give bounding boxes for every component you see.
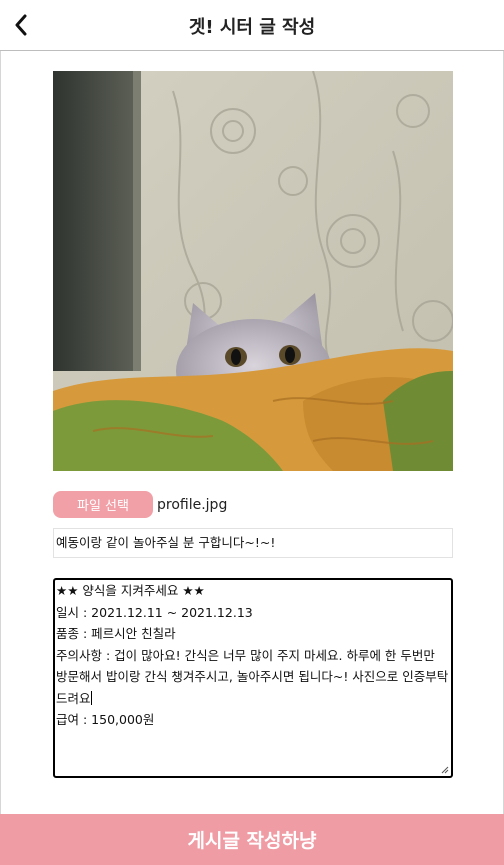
content-line-date: 일시 : 2021.12.11 ~ 2021.12.13 — [56, 604, 253, 620]
page-title: 겟! 시터 글 작성 — [188, 17, 316, 38]
pet-photo-image — [53, 71, 453, 471]
pet-photo — [53, 71, 453, 471]
content-line-pay: 급여 : 150,000원 — [56, 712, 155, 727]
file-select-button[interactable]: 파일 선택 — [53, 491, 153, 518]
selected-file-name: profile.jpg — [157, 496, 228, 513]
post-title-input[interactable]: 예동이랑 같이 놀아주실 분 구합니다~!~! — [53, 528, 453, 558]
header: 겟! 시터 글 작성 — [0, 0, 504, 51]
submit-post-button[interactable]: 게시글 작성하냥 — [0, 814, 504, 865]
content-line-caution: 주의사항 : 겁이 많아요! 간식은 너무 많이 주지 마세요. 하루에 한 두… — [56, 645, 450, 710]
content-line-notice: ★★ 양식을 지켜주세요 ★★ — [56, 583, 205, 598]
content-line-breed: 품종 : 페르시안 친칠라 — [56, 626, 176, 641]
resize-grip-icon[interactable] — [439, 764, 449, 774]
file-picker-row: 파일 선택 profile.jpg — [53, 491, 227, 518]
content-line-caution-text: 주의사항 : 겁이 많아요! 간식은 너무 많이 주지 마세요. 하루에 한 두… — [56, 647, 449, 706]
text-caret — [90, 690, 92, 705]
post-content-textarea[interactable]: ★★ 양식을 지켜주세요 ★★ 일시 : 2021.12.11 ~ 2021.1… — [53, 578, 453, 778]
